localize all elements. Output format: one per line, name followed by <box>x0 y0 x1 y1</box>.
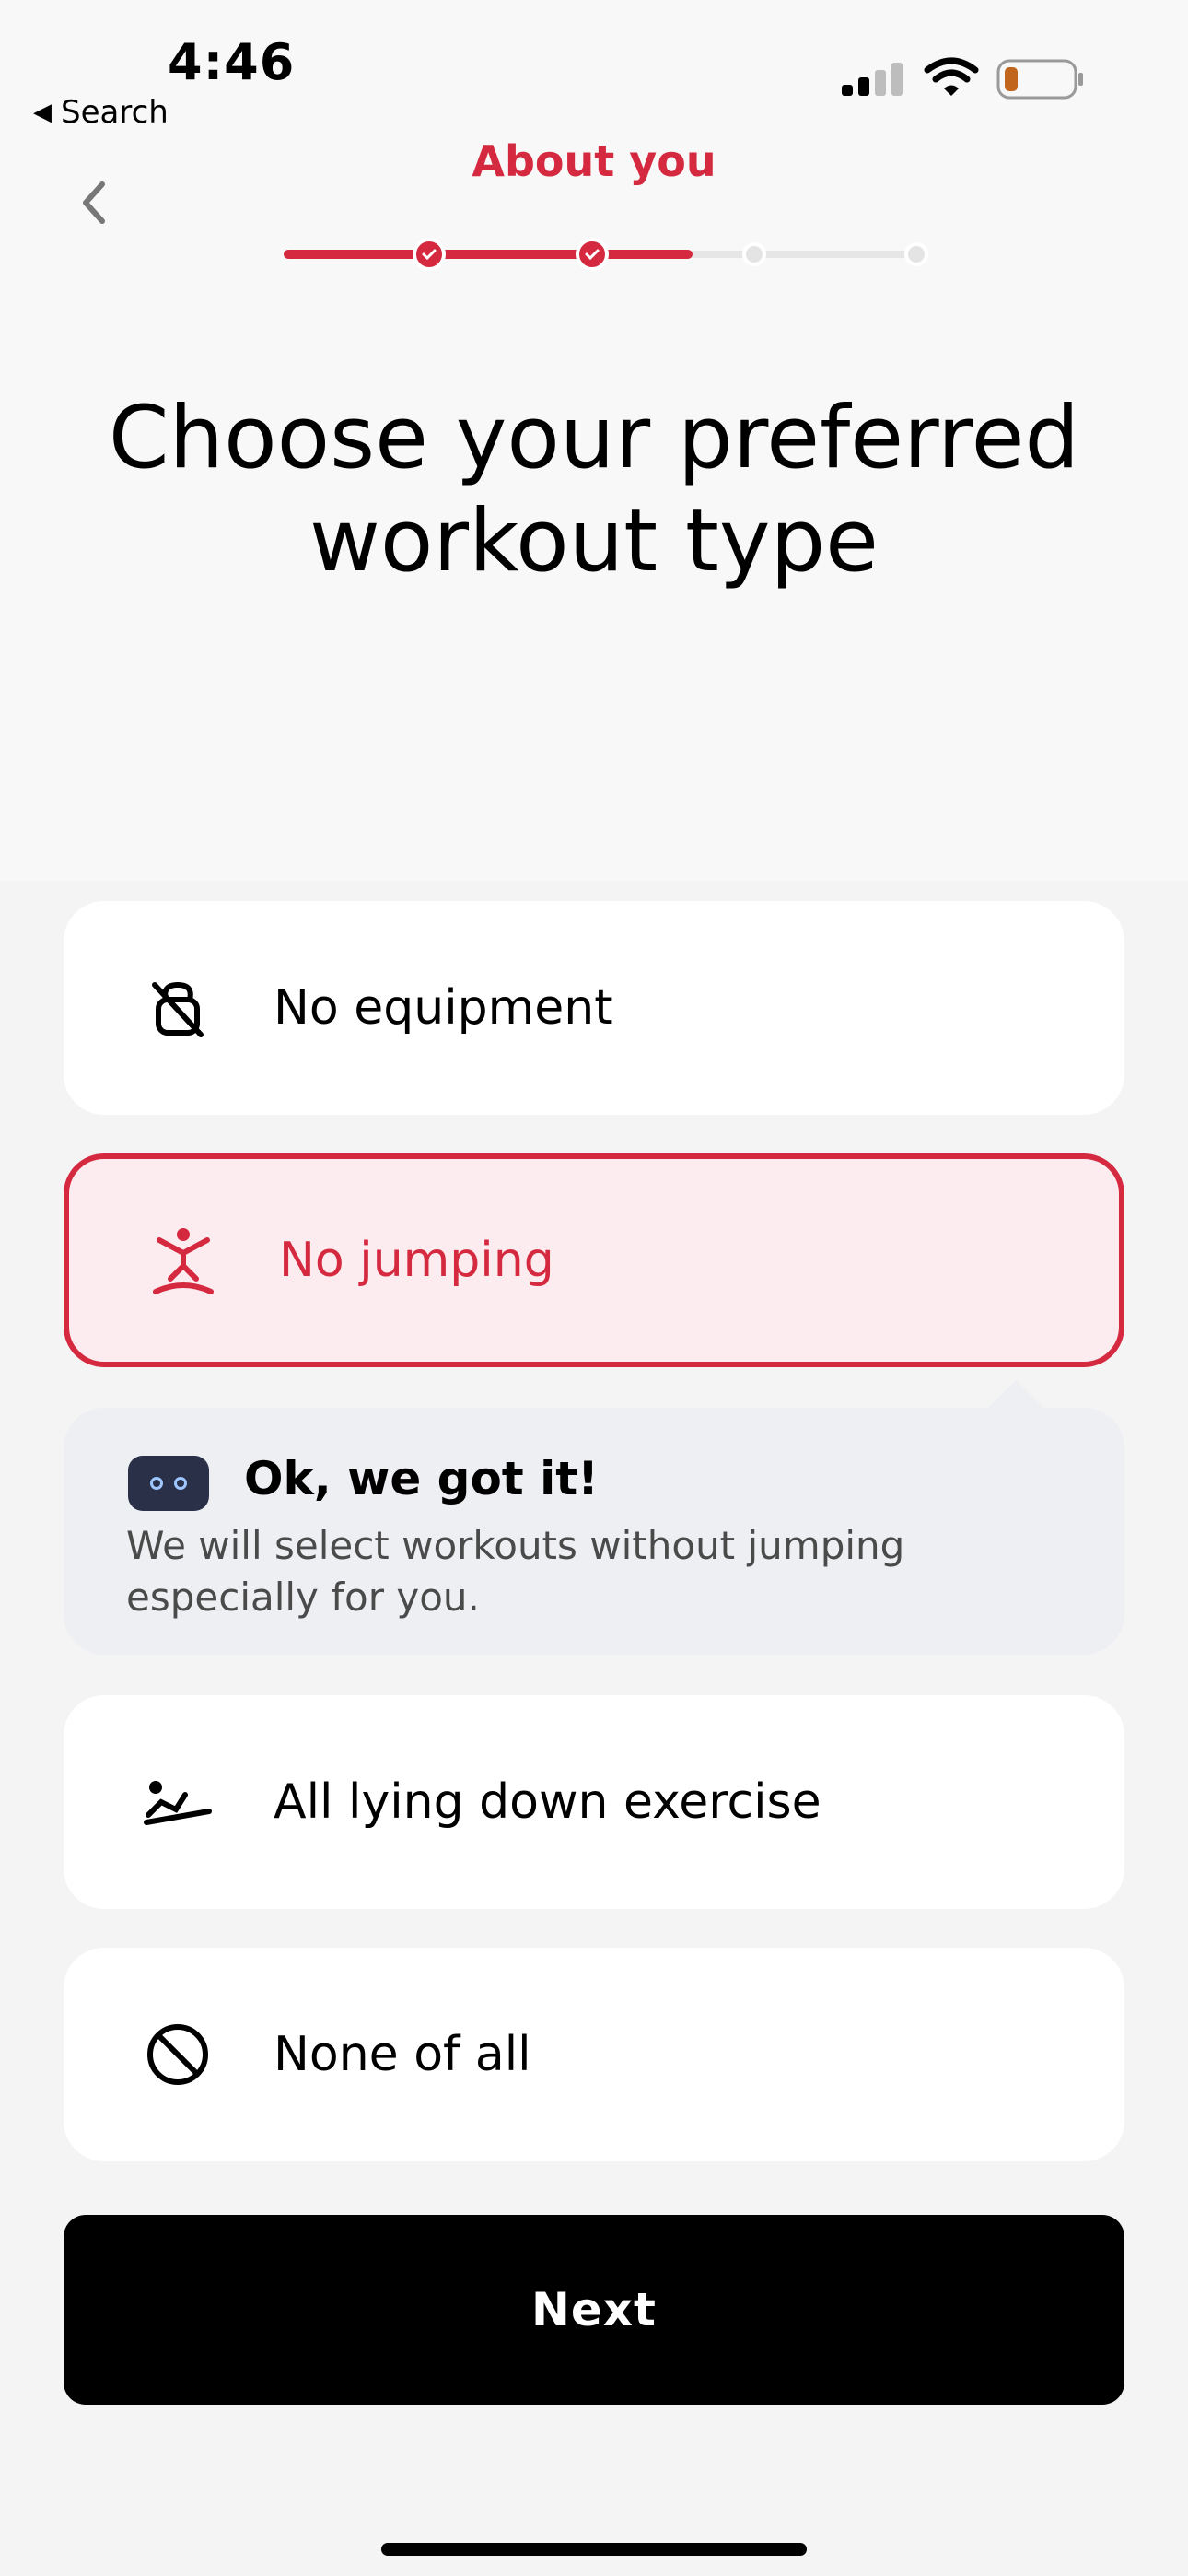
progress-step-1 <box>413 238 446 271</box>
page-section-title: About you <box>472 136 716 186</box>
page-title: Choose your preferred workout type <box>0 387 1188 593</box>
progress-step-2 <box>576 238 609 271</box>
page-title-line-1: Choose your preferred <box>108 388 1080 488</box>
prohibited-icon <box>134 2010 222 2099</box>
check-icon <box>585 249 600 261</box>
option-label: All lying down exercise <box>274 1774 821 1830</box>
option-no-equipment[interactable]: No equipment <box>64 901 1124 1115</box>
next-button[interactable]: Next <box>64 2215 1124 2405</box>
battery-low-icon <box>996 59 1085 103</box>
feedback-text: We will select workouts without jumping … <box>126 1523 905 1620</box>
robot-icon <box>128 1456 209 1511</box>
progress-step-4 <box>904 242 928 266</box>
robot-eye <box>150 1477 163 1490</box>
feedback-title: Ok, we got it! <box>244 1452 599 1505</box>
back-to-search-link[interactable]: ◀ Search <box>33 94 169 131</box>
back-app-label: Search <box>61 94 169 131</box>
back-triangle-icon: ◀ <box>33 99 52 126</box>
onboarding-progress <box>284 238 928 271</box>
wifi-icon <box>924 57 979 101</box>
option-none-of-all[interactable]: None of all <box>64 1948 1124 2161</box>
chevron-left-icon <box>83 181 105 224</box>
feedback-bubble: Ok, we got it! We will select workouts w… <box>64 1380 1124 1655</box>
option-label: No jumping <box>279 1233 554 1288</box>
check-icon <box>422 249 437 261</box>
robot-eye <box>174 1477 187 1490</box>
no-kettlebell-icon <box>134 964 222 1052</box>
no-jumping-icon <box>139 1216 227 1305</box>
option-all-lying-down[interactable]: All lying down exercise <box>64 1695 1124 1909</box>
progress-step-3 <box>742 242 766 266</box>
status-time: 4:46 <box>168 33 296 91</box>
page-title-line-2: workout type <box>309 491 879 591</box>
progress-fill <box>284 250 693 259</box>
home-indicator[interactable] <box>381 2543 807 2556</box>
option-label: None of all <box>274 2027 531 2082</box>
lying-down-icon <box>134 1758 222 1846</box>
cellular-signal-icon <box>842 61 906 101</box>
option-label: No equipment <box>274 980 613 1036</box>
bubble-caret <box>986 1380 1045 1410</box>
option-no-jumping[interactable]: No jumping <box>64 1153 1124 1367</box>
